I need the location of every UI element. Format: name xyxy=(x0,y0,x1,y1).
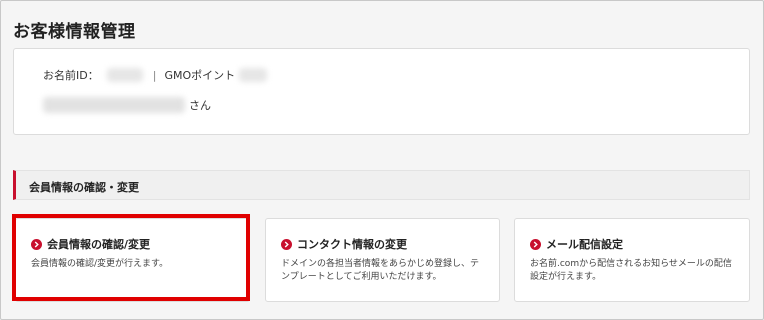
customer-id-value-redacted xyxy=(106,68,143,82)
card-contact-info[interactable]: コンタクト情報の変更 ドメインの各担当者情報をあらかじめ登録し、テンプレートとし… xyxy=(265,218,500,302)
card-description: お名前.comから配信されるお知らせメールの配信設定が行えます。 xyxy=(530,259,732,282)
separator: | xyxy=(152,68,157,82)
card-mail-settings[interactable]: メール配信設定 お名前.comから配信されるお知らせメールの配信設定が行えます。 xyxy=(514,218,750,302)
customer-info-card: お名前ID： | GMOポイント さん xyxy=(13,48,750,135)
card-description: ドメインの各担当者情報をあらかじめ登録し、テンプレートとしてご利用いただけます。 xyxy=(281,259,480,282)
circle-arrow-right-icon xyxy=(281,238,292,250)
section-header: 会員情報の確認・変更 xyxy=(13,170,750,200)
customer-name-row: さん xyxy=(43,97,211,113)
circle-arrow-right-icon xyxy=(530,238,541,250)
section-title: 会員情報の確認・変更 xyxy=(29,181,139,194)
card-title-row[interactable]: コンタクト情報の変更 xyxy=(281,236,407,252)
customer-name-suffix: さん xyxy=(189,99,211,112)
gmo-point-value-redacted xyxy=(239,68,268,82)
customer-name-redacted xyxy=(43,97,185,113)
card-title-label[interactable]: コンタクト情報の変更 xyxy=(297,236,407,252)
card-title-label[interactable]: メール配信設定 xyxy=(546,236,623,252)
highlight-box xyxy=(12,214,250,301)
customer-id-row: お名前ID： | GMOポイント xyxy=(43,67,268,83)
page-title: お客様情報管理 xyxy=(13,22,136,42)
card-title-row[interactable]: メール配信設定 xyxy=(530,236,623,252)
customer-id-label: お名前ID： xyxy=(43,69,99,82)
gmo-point-label: GMOポイント xyxy=(164,69,236,82)
